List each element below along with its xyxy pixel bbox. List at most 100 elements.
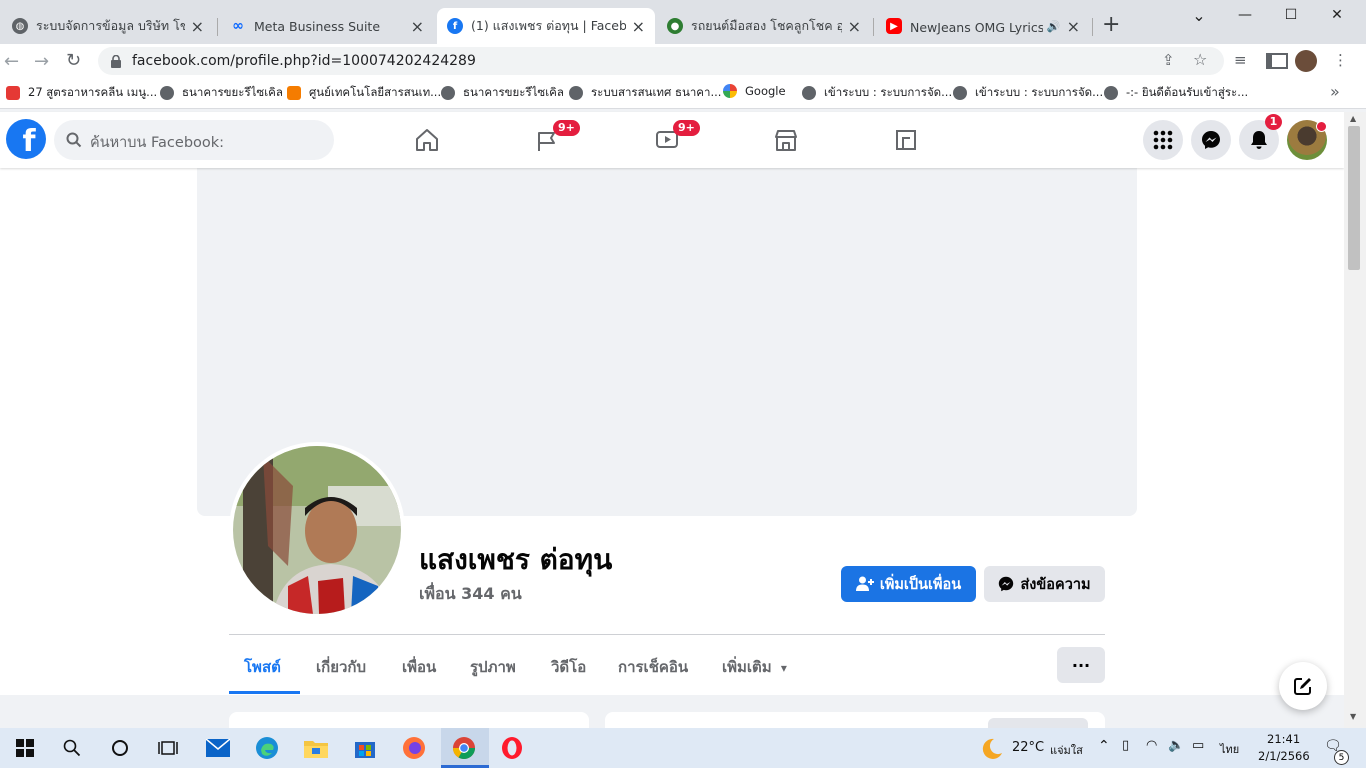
messenger-button[interactable] (1191, 120, 1231, 160)
tab-checkins[interactable]: การเช็คอิน (618, 655, 688, 679)
notification-count-badge: 5 (1334, 750, 1349, 765)
nav-marketplace[interactable] (770, 124, 802, 156)
minimize-button[interactable]: — (1222, 0, 1268, 30)
send-message-button[interactable]: ส่งข้อความ (984, 566, 1105, 602)
tab-close-icon[interactable]: × (411, 17, 424, 36)
wifi-icon[interactable]: ◠ (1146, 738, 1157, 753)
tab-close-icon[interactable]: × (848, 17, 861, 36)
mail-icon[interactable] (206, 736, 230, 760)
bookmark-item[interactable]: -:- ยินดีต้อนรับเข้าสู่ระ... (1104, 84, 1248, 102)
xampp-icon (287, 86, 301, 100)
meta-icon: ∞ (232, 18, 244, 34)
new-tab-button[interactable]: + (1102, 14, 1120, 36)
bookmark-item[interactable]: 27 สูตรอาหารคลีน เมนู... (6, 84, 157, 102)
browser-tab-3-active[interactable]: f (1) แสงเพชร ต่อทุน | Facebook × (437, 8, 655, 44)
battery-icon[interactable]: ▭ (1192, 738, 1204, 753)
bookmark-item[interactable]: ศูนย์เทคโนโลยีสารสนเท... (287, 84, 441, 102)
bookmark-item[interactable]: ธนาคารขยะรีไซเคิล (160, 84, 283, 102)
tab-friends[interactable]: เพื่อน (402, 655, 436, 679)
profile-more-options-button[interactable]: ··· (1057, 647, 1105, 683)
media-control-icon[interactable]: ≡ (1234, 51, 1247, 69)
audio-playing-icon[interactable]: 🔊 (1047, 20, 1061, 33)
nav-pages[interactable]: 9+ (531, 120, 580, 156)
bookmark-item[interactable]: เข้าระบบ : ระบบการจัด... (953, 84, 1103, 102)
tab-videos[interactable]: วิดีโอ (551, 655, 586, 679)
bookmark-item[interactable]: เข้าระบบ : ระบบการจัด... (802, 84, 952, 102)
tab-search-button[interactable]: ⌄ (1176, 0, 1222, 30)
facebook-search-box[interactable]: ค้นหาบน Facebook: (54, 120, 334, 160)
facebook-logo[interactable]: f (6, 119, 46, 159)
windows-start-icon[interactable] (13, 736, 37, 760)
edge-browser-icon[interactable] (255, 736, 279, 760)
chrome-icon[interactable] (452, 736, 476, 760)
reload-icon[interactable]: ↻ (66, 50, 81, 71)
address-bar[interactable]: facebook.com/profile.php?id=100074202424… (98, 47, 1224, 75)
firefox-icon[interactable] (402, 736, 426, 760)
tray-device-icon[interactable]: ▯ (1122, 738, 1129, 753)
page-scrollbar[interactable]: ▲ ▼ (1344, 112, 1366, 728)
bookmark-item[interactable]: Google (723, 84, 786, 98)
close-window-button[interactable]: ✕ (1314, 0, 1360, 30)
back-arrow-icon[interactable]: ← (4, 51, 19, 72)
tab-photos[interactable]: รูปภาพ (470, 655, 516, 679)
search-icon[interactable] (60, 736, 84, 760)
clock-date[interactable]: 2/1/2566 (1258, 749, 1310, 763)
cortana-icon[interactable] (108, 736, 132, 760)
tab-about[interactable]: เกี่ยวกับ (316, 655, 366, 679)
globe-icon: ◍ (12, 18, 28, 34)
account-avatar[interactable] (1287, 120, 1327, 160)
tab-more[interactable]: เพิ่มเติม ▾ (722, 655, 787, 679)
chrome-profile-avatar[interactable] (1295, 50, 1317, 72)
scroll-up-arrow-icon[interactable]: ▲ (1350, 114, 1356, 123)
clock-time[interactable]: 21:41 (1267, 732, 1300, 746)
add-friend-button[interactable]: เพิ่มเป็นเพื่อน (841, 566, 976, 602)
volume-icon[interactable]: 🔈 (1168, 738, 1184, 753)
weather-description[interactable]: แจ่มใส (1050, 741, 1083, 759)
caret-down-icon: ▾ (780, 661, 787, 675)
input-language[interactable]: ไทย (1220, 740, 1239, 758)
send-message-label: ส่งข้อความ (1020, 576, 1091, 593)
opera-icon[interactable] (500, 736, 524, 760)
url-text: facebook.com/profile.php?id=100074202424… (132, 53, 476, 69)
profile-picture[interactable] (229, 442, 405, 618)
share-icon[interactable]: ⇪ (1162, 51, 1175, 69)
file-explorer-icon[interactable] (304, 736, 328, 760)
profile-name: แสงเพชร ต่อทุน (419, 543, 613, 576)
tab-close-icon[interactable]: × (1067, 17, 1080, 36)
weather-moon-icon[interactable] (980, 737, 1004, 763)
notifications-button[interactable]: 1 (1239, 114, 1282, 160)
bookmark-label: ศูนย์เทคโนโลยีสารสนเท... (309, 85, 442, 99)
scroll-down-arrow-icon[interactable]: ▼ (1350, 712, 1356, 721)
nav-watch[interactable]: 9+ (651, 120, 700, 156)
chrome-menu-icon[interactable]: ⋮ (1333, 51, 1348, 69)
new-message-button[interactable] (1279, 662, 1327, 710)
browser-tab-2[interactable]: ∞ Meta Business Suite × (220, 8, 434, 44)
maximize-button[interactable]: ☐ (1268, 0, 1314, 30)
browser-tab-1[interactable]: ◍ ระบบจัดการข้อมูล บริษัท โชคลูกโ... × (2, 8, 214, 44)
tab-close-icon[interactable]: × (632, 17, 645, 36)
globe-icon (569, 86, 583, 100)
browser-tab-4[interactable]: ● รถยนต์มือสอง โชคลูกโชค อุตรา... × (657, 8, 871, 44)
tray-expand-icon[interactable]: ⌃ (1098, 738, 1110, 754)
facebook-icon: f (447, 18, 463, 34)
microsoft-store-icon[interactable] (353, 736, 377, 760)
task-view-icon[interactable] (156, 736, 180, 760)
bookmark-item[interactable]: ระบบสารสนเทศ ธนาคา... (569, 84, 721, 102)
tab-title: NewJeans OMG Lyrics (문... (910, 19, 1043, 35)
forward-arrow-icon[interactable]: → (34, 51, 49, 72)
tab-posts[interactable]: โพสต์ (244, 655, 281, 679)
bookmark-item[interactable]: ธนาคารขยะรีไซเคิล (441, 84, 564, 102)
bookmarks-overflow-button[interactable]: » (1330, 82, 1340, 101)
nav-gaming[interactable] (890, 124, 922, 156)
browser-tab-5[interactable]: ▶ NewJeans OMG Lyrics (문... 🔊 × (876, 8, 1090, 44)
side-panel-icon[interactable] (1266, 53, 1288, 69)
bookmark-star-icon[interactable]: ☆ (1193, 50, 1207, 69)
weather-temperature[interactable]: 22°C (1012, 740, 1044, 755)
menu-button[interactable] (1143, 120, 1183, 160)
tab-close-icon[interactable]: × (191, 17, 204, 36)
friend-count[interactable]: เพื่อน 344 คน (419, 582, 522, 607)
active-tab-indicator (229, 691, 300, 694)
nav-home[interactable] (411, 124, 443, 156)
bookmark-label: ธนาคารขยะรีไซเคิล (463, 85, 564, 99)
scrollbar-thumb[interactable] (1348, 126, 1360, 270)
